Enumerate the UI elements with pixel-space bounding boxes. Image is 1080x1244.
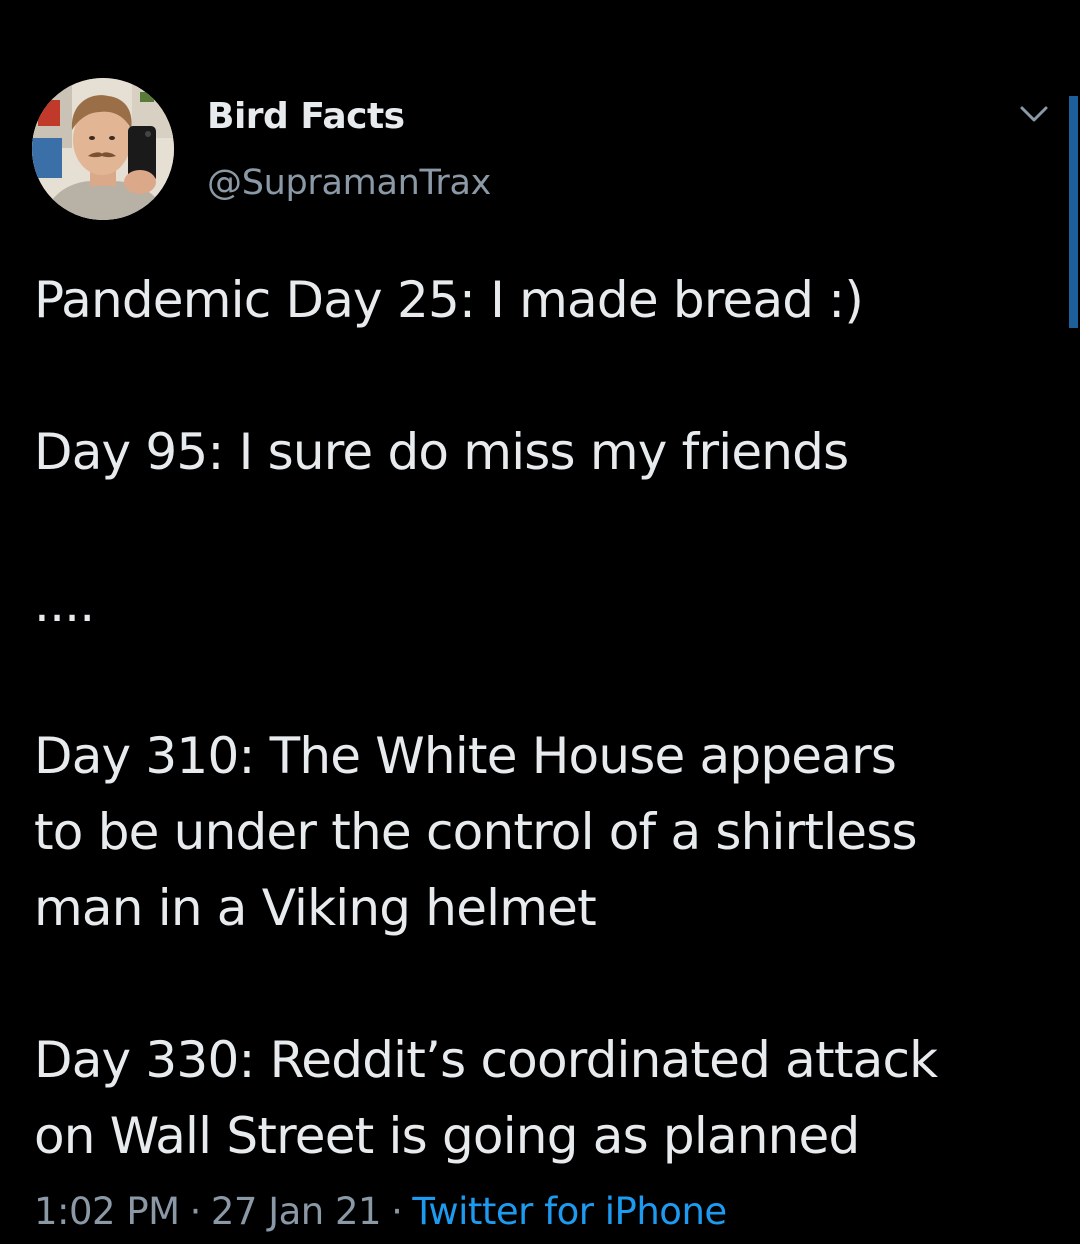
tweet-line: Pandemic Day 25: I made bread :)	[34, 271, 864, 329]
tweet-line	[34, 338, 1044, 414]
tweet-line: to be under the control of a shirtless	[34, 803, 918, 861]
tweet-line: Day 310: The White House appears	[34, 727, 897, 785]
tweet-detail: Bird Facts @SupramanTrax Pandemic Day 25…	[0, 0, 1080, 1244]
tweet-line: Day 330: Reddit’s coordinated attack	[34, 1031, 938, 1089]
tweet-source-link[interactable]: Twitter for iPhone	[412, 1190, 727, 1233]
author-handle[interactable]: @SupramanTrax	[207, 163, 491, 203]
avatar[interactable]	[32, 78, 174, 220]
tweet-date[interactable]: 27 Jan 21	[211, 1190, 382, 1233]
tweet-line: man in a Viking helmet	[34, 879, 597, 937]
profile-photo	[32, 78, 174, 220]
tweet-line	[34, 946, 1044, 1022]
tweet-time[interactable]: 1:02 PM	[34, 1190, 180, 1233]
tweet-line: on Wall Street is going as planned	[34, 1107, 860, 1165]
tweet-meta: 1:02 PM · 27 Jan 21 · Twitter for iPhone	[34, 1190, 727, 1233]
tweet-line: Day 95: I sure do miss my friends	[34, 423, 849, 481]
tweet-line: ....	[34, 575, 95, 633]
tweet-line	[34, 490, 1044, 566]
tweet-text: Pandemic Day 25: I made bread :) Day 95: …	[34, 262, 1044, 1174]
author-name[interactable]: Bird Facts	[207, 96, 405, 137]
meta-separator: ·	[391, 1190, 403, 1233]
scrollbar[interactable]	[1069, 96, 1078, 328]
chevron-down-icon[interactable]	[1014, 100, 1054, 130]
meta-separator: ·	[189, 1190, 202, 1233]
tweet-line	[34, 642, 1044, 718]
